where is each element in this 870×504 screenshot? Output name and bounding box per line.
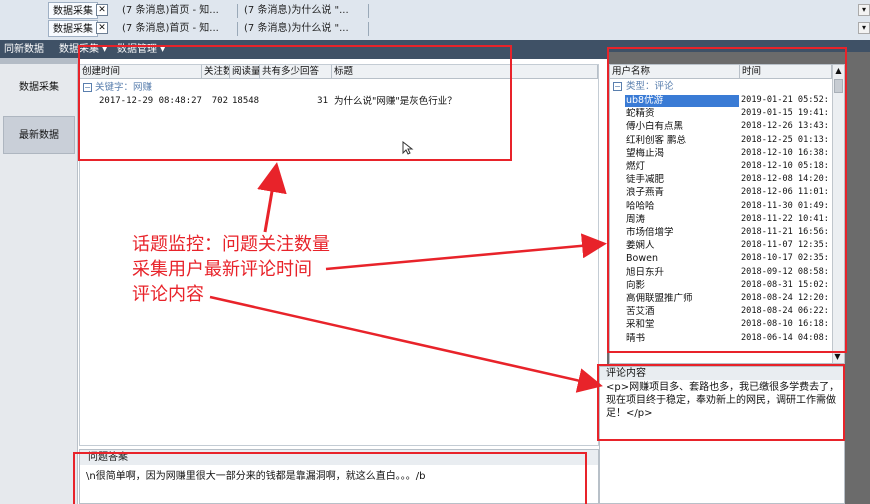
annotation-arrows [209,162,607,393]
arrow-to-users [325,233,607,271]
annotation-line-2: 采集用户最新评论时间 [132,259,312,280]
annotation-line-1: 话题监控：问题关注数量 [132,234,330,255]
arrow-to-question [257,162,287,233]
annotation-line-3: 评论内容 [132,284,204,305]
arrow-to-comment [209,295,603,393]
